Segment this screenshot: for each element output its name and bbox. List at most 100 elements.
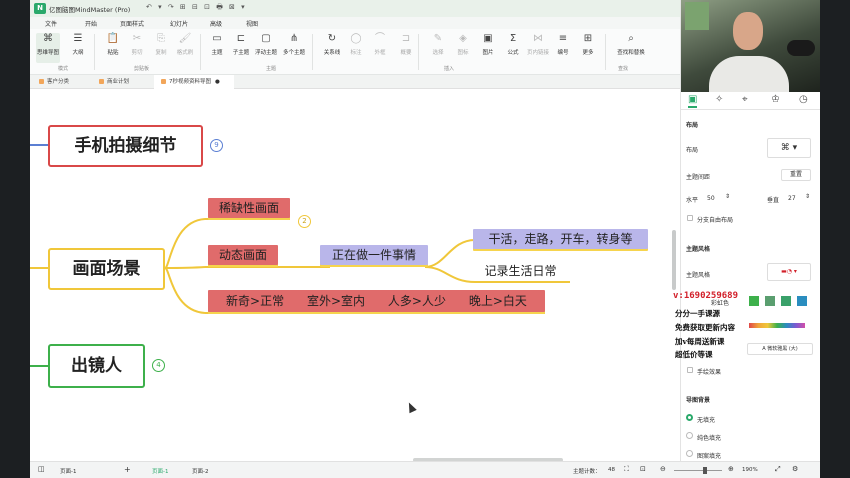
page-panel-icon[interactable]: ◫ [38, 465, 45, 473]
select-tool[interactable]: ✎ 选择 [426, 33, 450, 56]
color-preset[interactable] [749, 296, 759, 306]
floating-topic-tool[interactable]: ▢ 浮动主题 [254, 33, 278, 56]
color-presets[interactable] [749, 296, 811, 306]
theme-tab-icon[interactable]: ♔ [771, 94, 780, 105]
quick-access-toolbar[interactable]: ↶ ▾ ↷ ⊞ ⊟ ⊡ 🖶 ⊠ ▾ [146, 3, 247, 14]
floating-topic-icon: ▢ [261, 33, 271, 44]
solid-fill-radio[interactable] [686, 432, 693, 439]
tool-label: 格式刷 [176, 50, 194, 56]
page-select[interactable]: 页面-1 [60, 467, 76, 475]
subtopic-work[interactable]: 干活，走路，开车，转身等 [473, 229, 648, 249]
settings-icon[interactable]: ⚙ [792, 465, 798, 473]
free-layout-checkbox[interactable] [687, 215, 693, 221]
tool-label: 剪切 [131, 50, 143, 56]
menu-file[interactable]: 文件 [45, 19, 57, 28]
branch-work [424, 239, 476, 268]
summary-tool[interactable]: ⊐ 概要 [394, 33, 418, 56]
menu-view[interactable]: 视图 [246, 19, 258, 28]
style-tab-icon[interactable]: ✧ [715, 94, 723, 105]
ribbon-divider [200, 34, 201, 70]
vertical-scrollbar[interactable] [672, 230, 676, 290]
hand-drawn-checkbox[interactable] [687, 367, 693, 373]
subtopic-doing[interactable]: 正在做一件事情 [320, 245, 428, 265]
fit-page-icon[interactable]: ⛶ [624, 465, 629, 474]
menu-advanced[interactable]: 高级 [210, 19, 222, 28]
hand-drawn-label: 手绘效果 [697, 369, 722, 376]
color-preset[interactable] [797, 296, 807, 306]
horizontal-input[interactable]: 50 [707, 195, 715, 202]
doc-tab-video[interactable]: 7秒视频资料导图 ● [154, 75, 234, 89]
paste-tool[interactable]: 📋 粘贴 [101, 33, 125, 56]
map-pin-tab-icon[interactable]: ⌖ [742, 94, 748, 105]
ribbon-group-label: 插入 [444, 66, 455, 72]
subtopic-compare[interactable]: 新奇>正常 室外>室内 人多>人少 晚上>白天 [208, 290, 545, 312]
font-select[interactable]: A 微软雅黑 (大) [747, 343, 813, 355]
topic-person[interactable]: 出镜人 [48, 344, 145, 388]
reset-button[interactable]: 重置 [781, 169, 811, 181]
tool-label: 概要 [400, 50, 412, 56]
subtopic-tool[interactable]: ⊏ 子主题 [229, 33, 253, 56]
topic-tool[interactable]: ▭ 主题 [205, 33, 229, 56]
find-replace-tool[interactable]: ⌕ 查找和替换 [613, 33, 649, 56]
spacing-label: 主题间距 [686, 174, 711, 181]
page-tab-1[interactable]: 页面-1 [152, 467, 168, 475]
mindmap-canvas[interactable]: 手机拍摄细节 9 画面场景 出镜人 4 稀缺性画面 2 动态画面 正在做一件事情… [30, 89, 677, 460]
doc-icon [99, 79, 104, 84]
doc-tab-customer[interactable]: 客户分类 [32, 75, 76, 89]
tool-label: 标注 [350, 50, 362, 56]
doc-tab-business[interactable]: 商业计划 [92, 75, 142, 89]
vertical-input[interactable]: 27 [788, 195, 796, 202]
mindmap-tool[interactable]: ⌘ 思维导图 [36, 33, 60, 63]
subtopic-scarcity[interactable]: 稀缺性画面 [208, 198, 290, 218]
unsaved-dot-icon: ● [215, 79, 220, 85]
color-preset[interactable] [781, 296, 791, 306]
copy-tool[interactable]: ⎘ 复制 [149, 33, 173, 56]
collapse-badge-9[interactable]: 9 [210, 139, 223, 152]
menu-page-style[interactable]: 页面样式 [120, 19, 144, 28]
collapse-badge-2[interactable]: 2 [298, 215, 311, 228]
topic-count: 48 [608, 467, 615, 473]
zoom-in-icon[interactable]: ⊕ [728, 465, 734, 473]
multi-topic-tool[interactable]: ⋔ 多个主题 [282, 33, 306, 56]
vertical-stepper-icon[interactable]: ⇕ [805, 193, 810, 200]
callout-tool[interactable]: ◯ 标注 [344, 33, 368, 56]
branch-dynamic [164, 266, 206, 269]
layout-select[interactable]: ⌘ ▾ [767, 138, 811, 158]
fullscreen-icon[interactable]: ⊡ [640, 465, 646, 473]
topic-phone-shooting[interactable]: 手机拍摄细节 [48, 125, 203, 167]
topic-scene[interactable]: 画面场景 [48, 248, 165, 290]
layout-tab-icon[interactable]: ▣ [688, 94, 698, 108]
menu-slides[interactable]: 幻灯片 [170, 19, 188, 28]
image-tool[interactable]: ▣ 图片 [476, 33, 500, 56]
outer-frame-tool[interactable]: ⌒ 外框 [368, 33, 392, 56]
zoom-slider[interactable] [674, 470, 722, 471]
no-fill-radio[interactable] [686, 414, 693, 421]
subtopic-dynamic[interactable]: 动态画面 [208, 245, 278, 265]
zoom-out-icon[interactable]: ⊖ [660, 465, 666, 473]
color-preset[interactable] [765, 296, 775, 306]
subtopic-record[interactable]: 记录生活日常 [473, 261, 568, 281]
relation-tool[interactable]: ↻ 关系线 [320, 33, 344, 56]
vertical-label: 垂直 [767, 197, 780, 204]
icon-tool[interactable]: ◈ 图标 [451, 33, 475, 56]
page-tab-2[interactable]: 页面-2 [192, 467, 208, 475]
fullscreen-toggle-icon[interactable]: ⤢ [775, 465, 781, 474]
zoom-level[interactable]: 190% [742, 467, 758, 473]
format-painter-tool[interactable]: 🖌 格式刷 [173, 33, 197, 56]
zoom-slider-handle[interactable] [703, 467, 707, 474]
pattern-fill-radio[interactable] [686, 450, 693, 457]
rainbow-palette[interactable] [749, 323, 805, 328]
formula-tool[interactable]: Σ 公式 [501, 33, 525, 56]
cut-tool[interactable]: ✂ 剪切 [125, 33, 149, 56]
outline-tool[interactable]: ☰ 大纲 [66, 33, 90, 56]
more-tool[interactable]: ⊞ 更多 [576, 33, 600, 56]
topic-icon: ▭ [212, 33, 222, 44]
theme-select[interactable]: ▬◔ ▾ [767, 263, 811, 281]
horizontal-stepper-icon[interactable]: ⇕ [725, 193, 730, 200]
pattern-fill-label: 图案填充 [697, 453, 722, 460]
collapse-badge-4[interactable]: 4 [152, 359, 165, 372]
add-page-icon[interactable]: + [124, 465, 131, 474]
numbering-tool[interactable]: ≡ 编号 [551, 33, 575, 56]
cross-link-tool[interactable]: ⋈ 页内链接 [526, 33, 550, 56]
history-tab-icon[interactable]: ◷ [799, 94, 808, 105]
